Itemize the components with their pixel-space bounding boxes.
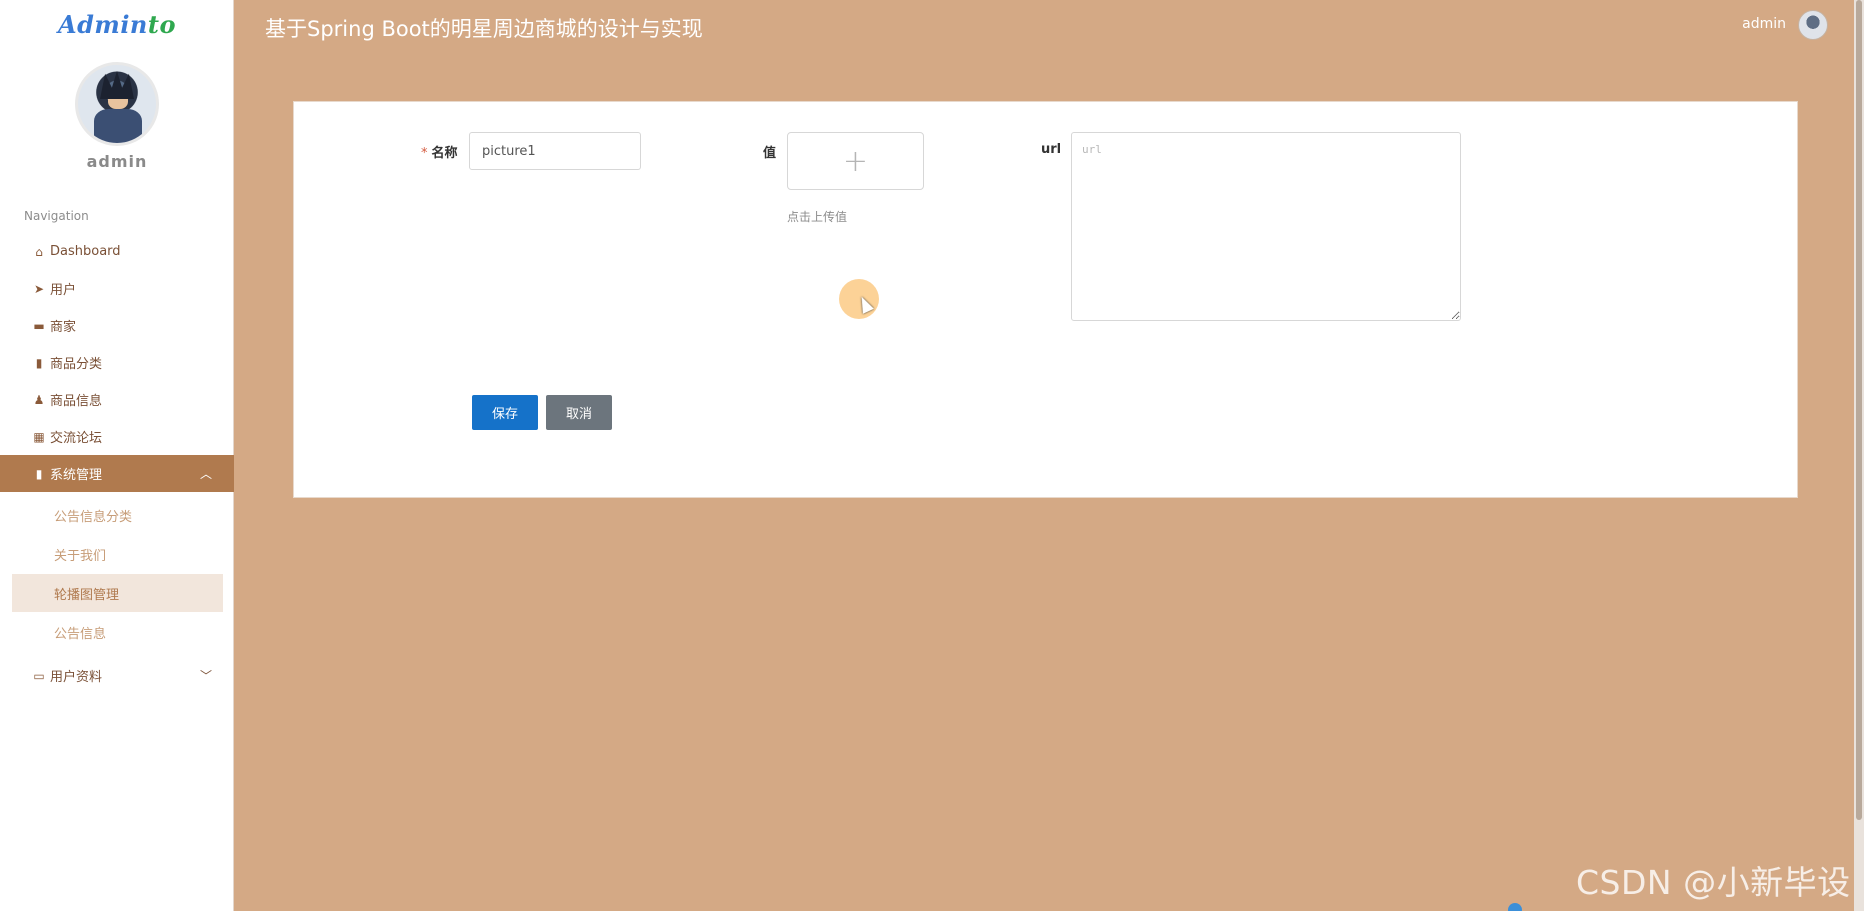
app-logo[interactable]: Adminto (0, 10, 234, 39)
plus-icon: + (842, 143, 869, 179)
briefcase-icon: ▬ (33, 318, 45, 333)
sidebar-subitem-notice[interactable]: 公告信息 (12, 613, 223, 651)
sidebar-subitem-about[interactable]: 关于我们 (12, 535, 223, 573)
header-avatar[interactable] (1798, 10, 1828, 40)
url-label: url (1041, 142, 1062, 157)
bar-chart-icon: ▮ (35, 466, 43, 481)
sidebar-avatar[interactable] (75, 62, 159, 146)
value-label: 值 (763, 146, 777, 161)
upload-tip: 点击上传值 (787, 210, 848, 224)
page-title: 基于Spring Boot的明星周边商城的设计与实现 (265, 17, 703, 41)
scrollbar[interactable] (1854, 0, 1864, 911)
sidebar-item-dashboard[interactable]: ⌂ Dashboard (0, 233, 234, 270)
sidebar-subitem-notice-category[interactable]: 公告信息分类 (12, 496, 223, 534)
url-textarea[interactable] (1071, 132, 1461, 321)
nav-title: Navigation (24, 209, 89, 223)
watermark: CSDN @小新毕设 (1576, 863, 1851, 902)
form-card: *名称 值 + 点击上传值 url 保存 取消 (293, 101, 1798, 498)
sidebar-item-merchants[interactable]: ▬ 商家 (0, 307, 234, 344)
home-icon: ⌂ (35, 244, 43, 259)
floating-dot[interactable] (1508, 903, 1522, 911)
upload-button[interactable]: + (787, 132, 924, 190)
book-icon: ▮ (35, 355, 43, 370)
card-icon: ▭ (33, 668, 45, 683)
header-username[interactable]: admin (1742, 16, 1786, 32)
sidebar-username: admin (86, 152, 148, 171)
paper-plane-icon: ➤ (33, 281, 45, 296)
user-icon: ♟ (33, 392, 45, 407)
chevron-up-icon: ︿ (199, 467, 212, 481)
sidebar: Adminto admin Navigation ⌂ Dashboard ➤ 用… (0, 0, 234, 911)
sidebar-item-profile[interactable]: ▭ 用户资料 ﹀ (0, 657, 234, 694)
sidebar-subitem-carousel[interactable]: 轮播图管理 (12, 574, 223, 612)
save-button[interactable]: 保存 (472, 395, 538, 430)
name-label: * 名称 (421, 146, 458, 161)
sidebar-item-products[interactable]: ♟ 商品信息 (0, 381, 234, 418)
cancel-button[interactable]: 取消 (546, 395, 612, 430)
sidebar-item-system[interactable]: ▮ 系统管理 ︿ (0, 455, 234, 492)
scrollbar-thumb[interactable] (1856, 0, 1862, 820)
sidebar-item-categories[interactable]: ▮ 商品分类 (0, 344, 234, 381)
name-input[interactable] (469, 132, 641, 170)
sidebar-item-users[interactable]: ➤ 用户 (0, 270, 234, 307)
grid-icon: ▦ (33, 429, 45, 444)
chevron-down-icon: ﹀ (199, 669, 212, 683)
sidebar-item-forum[interactable]: ▦ 交流论坛 (0, 418, 234, 455)
